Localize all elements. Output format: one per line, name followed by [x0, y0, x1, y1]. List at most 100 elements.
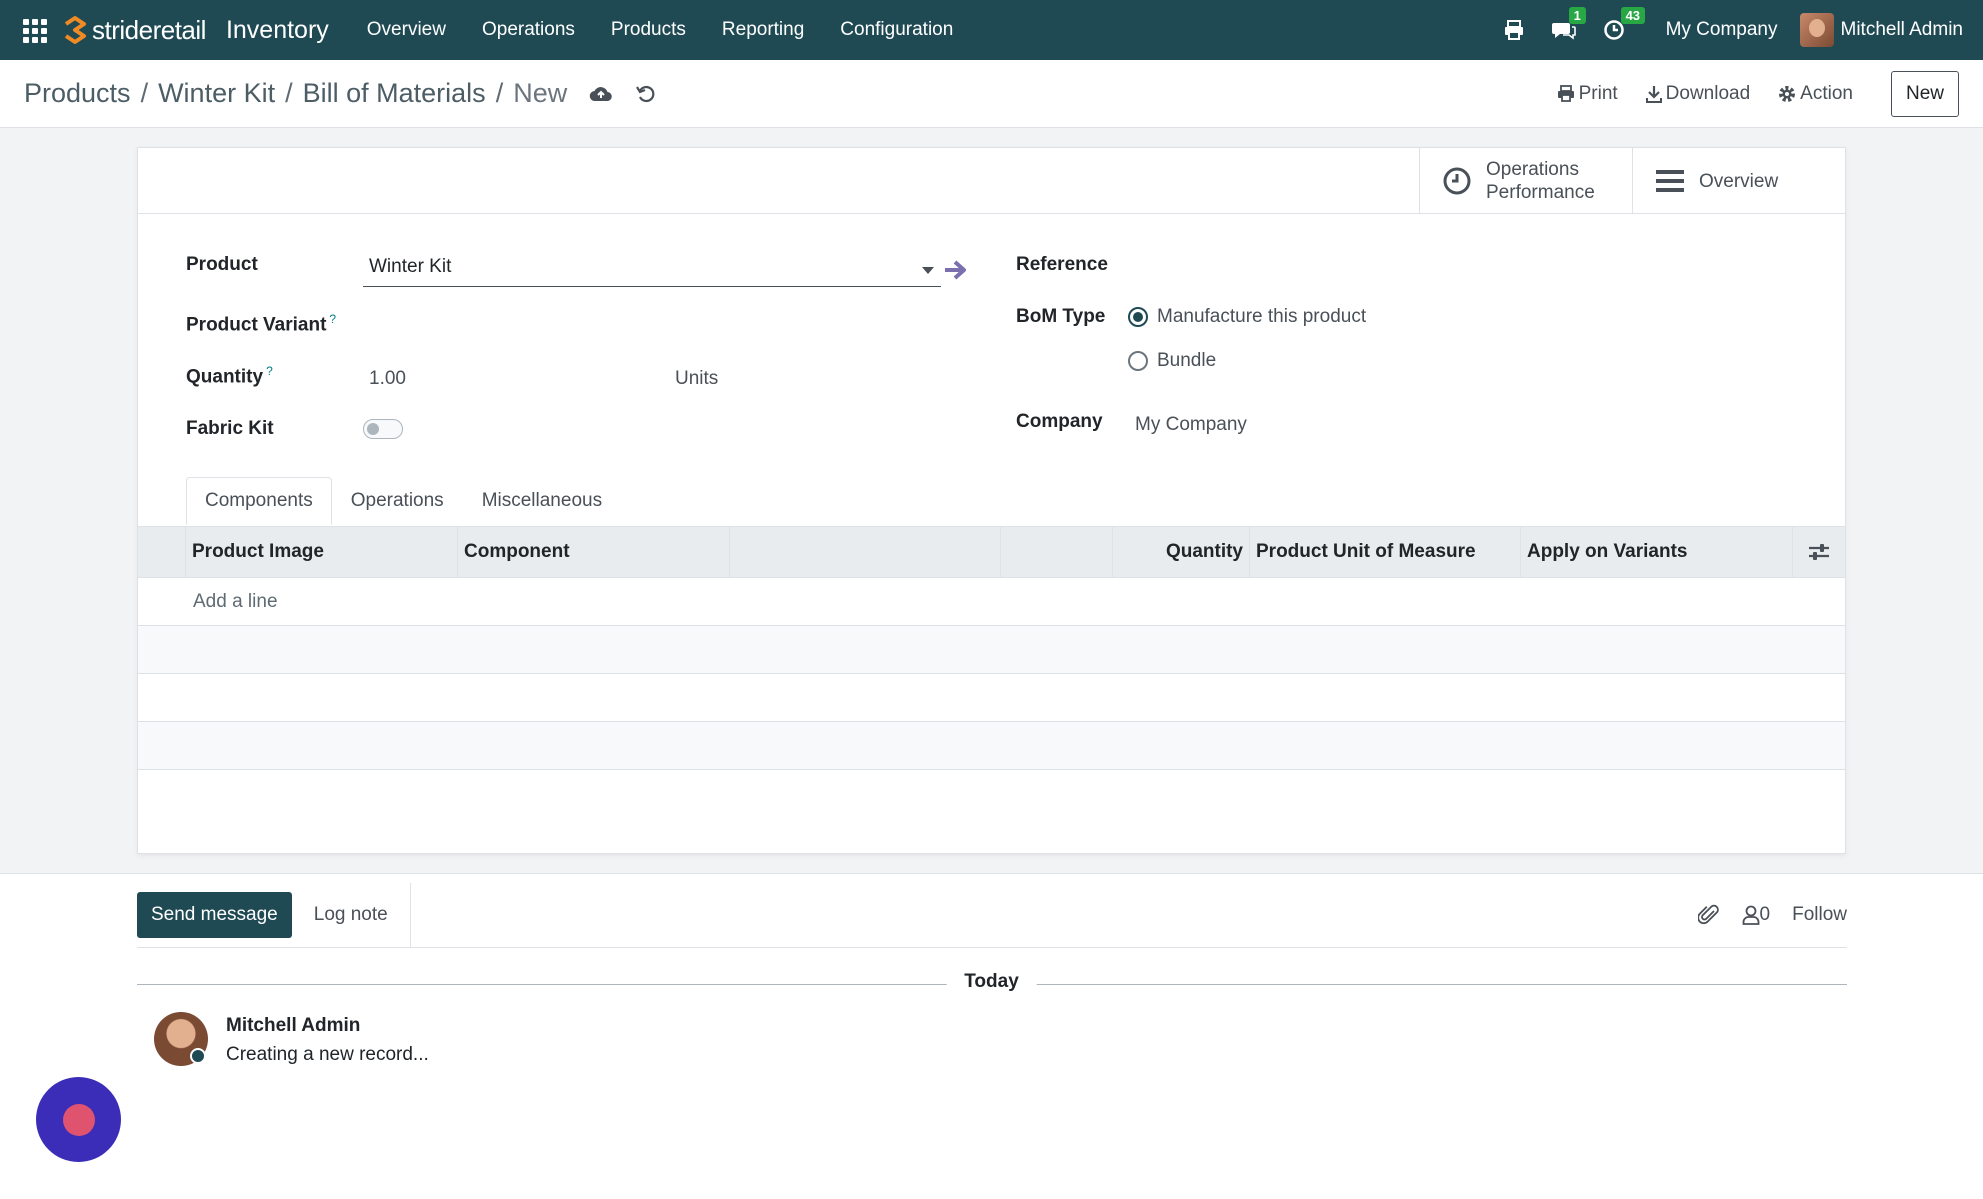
company-input[interactable]: My Company — [1135, 414, 1247, 436]
operations-performance-line2: Performance — [1486, 182, 1595, 203]
optional-columns-sliders-icon[interactable] — [1793, 527, 1845, 577]
breadcrumb-bill-of-materials[interactable]: Bill of Materials — [303, 78, 486, 109]
log-note-button[interactable]: Log note — [292, 882, 411, 948]
brand-logo-icon — [64, 16, 86, 44]
download-label: Download — [1665, 82, 1751, 104]
breadcrumb-winter-kit[interactable]: Winter Kit — [158, 78, 275, 109]
online-status-dot — [190, 1048, 206, 1064]
clock-icon — [1443, 167, 1471, 195]
action-label: Action — [1800, 82, 1853, 104]
header-quantity[interactable]: Quantity — [1113, 527, 1250, 577]
header-handle-col — [138, 527, 186, 577]
breadcrumb: Products / Winter Kit / Bill of Material… — [24, 78, 567, 109]
tab-miscellaneous[interactable]: Miscellaneous — [463, 477, 621, 525]
navbar-systray: 1 43 My Company Mitchell Admin — [1490, 0, 1983, 60]
user-name: Mitchell Admin — [1840, 19, 1964, 40]
quantity-input[interactable]: 1.00 — [369, 368, 406, 390]
chatter-actions: 0 Follow — [1676, 903, 1847, 927]
quantity-uom[interactable]: Units — [675, 368, 718, 390]
help-tooltip-marker[interactable]: ? — [266, 364, 273, 378]
followers-button[interactable]: 0 — [1742, 904, 1770, 926]
download-button[interactable]: Download — [1645, 82, 1751, 105]
control-panel: Products / Winter Kit / Bill of Material… — [0, 60, 1983, 128]
operations-performance-line1: Operations — [1486, 159, 1579, 180]
brand-name: strideretail — [92, 14, 206, 45]
product-input[interactable]: Winter Kit — [369, 256, 451, 278]
new-button[interactable]: New — [1890, 70, 1959, 117]
header-empty-1 — [730, 527, 1001, 577]
paperclip-icon[interactable] — [1697, 903, 1720, 927]
quantity-label-text: Quantity — [186, 366, 264, 388]
components-table: Product Image Component Quantity Product… — [138, 526, 1845, 770]
product-dropdown-caret-icon[interactable] — [922, 267, 934, 274]
bom-type-manufacture-label[interactable]: Manufacture this product — [1157, 306, 1366, 328]
breadcrumb-separator: / — [285, 78, 293, 108]
breadcrumb-separator: / — [495, 78, 504, 108]
app-title[interactable]: Inventory — [226, 16, 329, 45]
download-icon — [1645, 85, 1662, 103]
quantity-label: Quantity? — [186, 364, 273, 388]
main-menu: Overview Operations Products Reporting C… — [349, 19, 972, 41]
messages-icon[interactable]: 1 — [1551, 7, 1586, 41]
message-author[interactable]: Mitchell Admin — [226, 1015, 360, 1037]
product-variant-label-text: Product Variant — [186, 314, 327, 336]
bom-type-manufacture-radio[interactable] — [1128, 307, 1148, 327]
print-label: Print — [1578, 82, 1618, 104]
internal-link-arrow-icon[interactable] — [943, 258, 969, 282]
top-navbar: strideretail Inventory Overview Operatio… — [0, 0, 1983, 60]
company-switcher[interactable]: My Company — [1666, 19, 1778, 41]
menu-products[interactable]: Products — [593, 19, 704, 41]
reference-label: Reference — [1016, 254, 1108, 275]
tab-operations[interactable]: Operations — [332, 477, 463, 525]
discard-undo-icon[interactable] — [635, 83, 657, 105]
user-icon — [1742, 905, 1759, 925]
add-line-link[interactable]: Add a line — [193, 591, 278, 613]
breadcrumb-products[interactable]: Products — [24, 78, 131, 109]
operations-performance-button[interactable]: Operations Performance — [1420, 148, 1632, 214]
activities-badge: 43 — [1620, 7, 1646, 24]
table-row: Add a line — [138, 578, 1845, 626]
brand-logo[interactable]: strideretail — [62, 14, 206, 46]
menu-overview[interactable]: Overview — [349, 19, 464, 41]
print-button[interactable]: Print — [1557, 83, 1618, 105]
product-variant-label: Product Variant? — [186, 312, 336, 336]
follow-button[interactable]: Follow — [1792, 904, 1847, 926]
floating-record-button[interactable] — [36, 1077, 121, 1162]
menu-reporting[interactable]: Reporting — [704, 19, 822, 41]
apps-menu-icon[interactable] — [20, 16, 48, 44]
help-tooltip-marker[interactable]: ? — [329, 312, 336, 326]
overview-label: Overview — [1699, 170, 1779, 192]
overview-button[interactable]: Overview — [1632, 148, 1845, 214]
message-body: Creating a new record... — [226, 1044, 429, 1065]
form-sheet: Operations Performance Overview Product … — [137, 147, 1846, 854]
bom-type-bundle-radio[interactable] — [1128, 351, 1148, 371]
notebook-tabs: Components Operations Miscellaneous — [186, 477, 621, 525]
smart-button-box: Operations Performance Overview — [1419, 148, 1845, 214]
record-dot-icon — [62, 1103, 95, 1136]
fabric-kit-toggle[interactable] — [363, 419, 403, 439]
table-row-empty — [138, 722, 1845, 770]
product-input-underline — [363, 286, 941, 287]
header-component[interactable]: Component — [458, 527, 730, 577]
action-menu-button[interactable]: Action — [1778, 83, 1853, 105]
header-apply-on-variants[interactable]: Apply on Variants — [1521, 527, 1793, 577]
table-row-empty — [138, 626, 1845, 674]
messages-badge: 1 — [1568, 7, 1586, 24]
menu-operations[interactable]: Operations — [464, 19, 593, 41]
bom-type-label: BoM Type — [1016, 306, 1106, 327]
control-panel-actions: Print Download Action New — [1529, 70, 1983, 117]
save-cloud-icon[interactable] — [589, 84, 613, 104]
tab-components[interactable]: Components — [186, 477, 332, 525]
header-product-image[interactable]: Product Image — [186, 527, 458, 577]
table-header: Product Image Component Quantity Product… — [138, 526, 1845, 578]
header-product-uom[interactable]: Product Unit of Measure — [1250, 527, 1521, 577]
header-empty-2 — [1001, 527, 1113, 577]
menu-configuration[interactable]: Configuration — [822, 19, 971, 41]
bom-type-bundle-label[interactable]: Bundle — [1157, 350, 1216, 372]
send-message-button[interactable]: Send message — [137, 892, 292, 938]
user-menu[interactable]: Mitchell Admin — [1799, 13, 1964, 47]
printer-icon[interactable] — [1503, 19, 1525, 41]
button-box-bar: Operations Performance Overview — [138, 148, 1845, 214]
activities-clock-icon[interactable]: 43 — [1603, 7, 1646, 41]
table-row-empty — [138, 674, 1845, 722]
